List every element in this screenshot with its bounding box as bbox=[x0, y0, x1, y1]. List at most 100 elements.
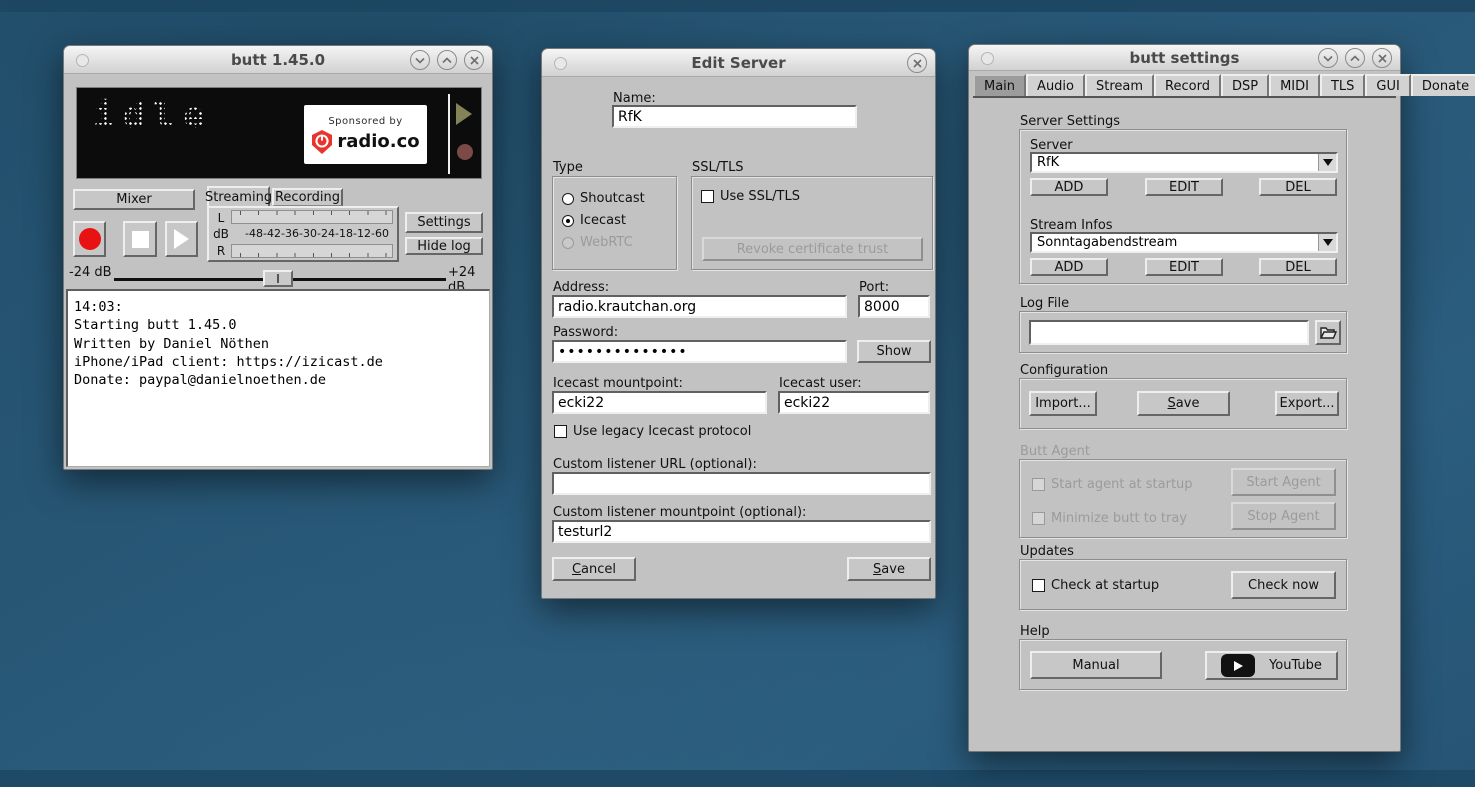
tab-recording[interactable]: Recording bbox=[272, 188, 343, 206]
vu-meter: L dB -48-42-36-30-24-18-12-60 R bbox=[207, 206, 399, 262]
gain-slider-handle[interactable] bbox=[263, 270, 293, 287]
checkbox-disabled-icon bbox=[1032, 512, 1045, 525]
tab-main[interactable]: Main bbox=[973, 74, 1026, 96]
server-add-button[interactable]: ADD bbox=[1030, 178, 1108, 196]
meter-right-bar bbox=[231, 244, 393, 258]
settings-button[interactable]: Settings bbox=[405, 212, 483, 233]
butt-main-window: butt 1.45.0 idle Sponsored by radio.co bbox=[63, 45, 493, 470]
type-icecast-radio[interactable]: Icecast bbox=[562, 213, 626, 228]
server-dropdown[interactable]: RfK bbox=[1030, 152, 1338, 173]
play-icon bbox=[174, 229, 189, 249]
server-edit-button[interactable]: EDIT bbox=[1145, 178, 1223, 196]
tab-gui[interactable]: GUI bbox=[1365, 74, 1410, 96]
save-button[interactable]: Save bbox=[847, 557, 931, 581]
manual-button[interactable]: Manual bbox=[1030, 651, 1162, 679]
tab-donate[interactable]: Donate bbox=[1411, 74, 1475, 96]
config-save-button[interactable]: Save bbox=[1137, 391, 1230, 416]
settings-titlebar[interactable]: butt settings bbox=[969, 45, 1400, 71]
minimize-icon[interactable] bbox=[1318, 48, 1338, 68]
cancel-button[interactable]: Cancel bbox=[552, 557, 636, 581]
close-icon[interactable] bbox=[907, 53, 927, 73]
log-line: Donate: paypal@danielnoethen.de bbox=[74, 371, 483, 389]
export-button[interactable]: Export... bbox=[1275, 391, 1339, 416]
close-icon[interactable] bbox=[464, 50, 484, 70]
minimize-to-tray-checkbox: Minimize butt to tray bbox=[1032, 511, 1187, 526]
meter-left-label: L bbox=[213, 211, 229, 225]
address-input[interactable]: radio.krautchan.org bbox=[552, 295, 847, 318]
icecast-user-input[interactable]: ecki22 bbox=[778, 391, 930, 414]
checkbox-disabled-icon bbox=[1032, 478, 1045, 491]
help-group: Manual YouTube bbox=[1019, 639, 1347, 690]
meter-right-label: R bbox=[213, 244, 229, 258]
type-group-label: Type bbox=[553, 160, 583, 175]
youtube-button[interactable]: YouTube bbox=[1205, 651, 1338, 680]
log-file-input[interactable] bbox=[1029, 320, 1309, 345]
type-webrtc-radio: WebRTC bbox=[562, 235, 633, 250]
log-file-label: Log File bbox=[1020, 296, 1069, 311]
settings-tab-bar: Main Audio Stream Record DSP MIDI TLS GU… bbox=[973, 74, 1396, 98]
checkbox-unchecked-icon bbox=[1032, 579, 1045, 592]
log-line: iPhone/iPad client: https://izicast.de bbox=[74, 353, 483, 371]
show-password-button[interactable]: Show bbox=[857, 340, 931, 363]
stop-agent-button: Stop Agent bbox=[1231, 502, 1336, 530]
hide-log-button[interactable]: Hide log bbox=[405, 237, 483, 255]
gain-min-label: -24 dB bbox=[69, 265, 112, 280]
folder-icon bbox=[1320, 326, 1337, 339]
updates-group: Check at startup Check now bbox=[1019, 559, 1347, 610]
custom-mountpoint-input[interactable]: testurl2 bbox=[552, 520, 931, 543]
stream-del-button[interactable]: DEL bbox=[1259, 258, 1337, 276]
stop-button[interactable] bbox=[123, 221, 157, 257]
stream-edit-button[interactable]: EDIT bbox=[1145, 258, 1223, 276]
log-output[interactable]: 14:03: Starting butt 1.45.0 Written by D… bbox=[66, 289, 490, 467]
meter-db-label: dB bbox=[213, 227, 229, 241]
background-top-band bbox=[0, 0, 1475, 12]
legacy-protocol-checkbox[interactable]: Use legacy Icecast protocol bbox=[554, 424, 751, 439]
import-button[interactable]: Import... bbox=[1029, 391, 1097, 416]
tab-stream[interactable]: Stream bbox=[1085, 74, 1154, 96]
tab-tls[interactable]: TLS bbox=[1320, 74, 1365, 96]
port-input[interactable]: 8000 bbox=[858, 295, 930, 318]
minimize-icon[interactable] bbox=[410, 50, 430, 70]
check-at-startup-checkbox[interactable]: Check at startup bbox=[1032, 578, 1159, 593]
type-shoutcast-radio[interactable]: Shoutcast bbox=[562, 191, 645, 206]
radio-off-icon bbox=[562, 193, 574, 205]
maximize-icon[interactable] bbox=[1345, 48, 1365, 68]
background-bottom-band bbox=[0, 770, 1475, 787]
password-input[interactable]: •••••••••••••• bbox=[552, 340, 847, 363]
radio-co-logo-icon bbox=[311, 130, 333, 154]
log-line: Starting butt 1.45.0 bbox=[74, 316, 483, 334]
address-label: Address: bbox=[553, 280, 609, 295]
stream-add-button[interactable]: ADD bbox=[1030, 258, 1108, 276]
checkbox-unchecked-icon bbox=[701, 190, 714, 203]
start-agent-button: Start Agent bbox=[1231, 468, 1336, 496]
mountpoint-input[interactable]: ecki22 bbox=[552, 391, 767, 414]
tab-streaming[interactable]: Streaming bbox=[207, 186, 270, 206]
server-del-button[interactable]: DEL bbox=[1259, 178, 1337, 196]
edit-server-titlebar[interactable]: Edit Server bbox=[542, 49, 935, 77]
record-button[interactable] bbox=[73, 221, 106, 257]
use-ssl-checkbox[interactable]: Use SSL/TLS bbox=[701, 189, 800, 204]
play-button[interactable] bbox=[165, 221, 198, 257]
sponsor-banner[interactable]: Sponsored by radio.co bbox=[304, 105, 427, 164]
custom-mountpoint-label: Custom listener mountpoint (optional): bbox=[553, 505, 806, 520]
meter-left-bar bbox=[231, 210, 393, 224]
close-icon[interactable] bbox=[1372, 48, 1392, 68]
status-display: idle Sponsored by radio.co bbox=[76, 87, 482, 179]
tab-record[interactable]: Record bbox=[1154, 74, 1221, 96]
password-label: Password: bbox=[553, 325, 618, 340]
radio-on-icon bbox=[562, 215, 574, 227]
check-now-button[interactable]: Check now bbox=[1231, 571, 1336, 599]
port-label: Port: bbox=[859, 280, 889, 295]
mixer-button[interactable]: Mixer bbox=[73, 189, 195, 210]
stream-infos-label: Stream Infos bbox=[1030, 218, 1113, 233]
tab-dsp[interactable]: DSP bbox=[1221, 74, 1269, 96]
custom-url-input[interactable] bbox=[552, 472, 931, 495]
name-input[interactable]: RfK bbox=[612, 105, 857, 128]
maximize-icon[interactable] bbox=[437, 50, 457, 70]
main-titlebar[interactable]: butt 1.45.0 bbox=[64, 46, 492, 74]
tab-midi[interactable]: MIDI bbox=[1269, 74, 1320, 96]
tab-audio[interactable]: Audio bbox=[1026, 74, 1085, 96]
stream-infos-dropdown[interactable]: Sonntagabendstream bbox=[1030, 232, 1338, 253]
chevron-down-icon bbox=[1318, 154, 1336, 171]
browse-log-file-button[interactable] bbox=[1315, 320, 1341, 345]
